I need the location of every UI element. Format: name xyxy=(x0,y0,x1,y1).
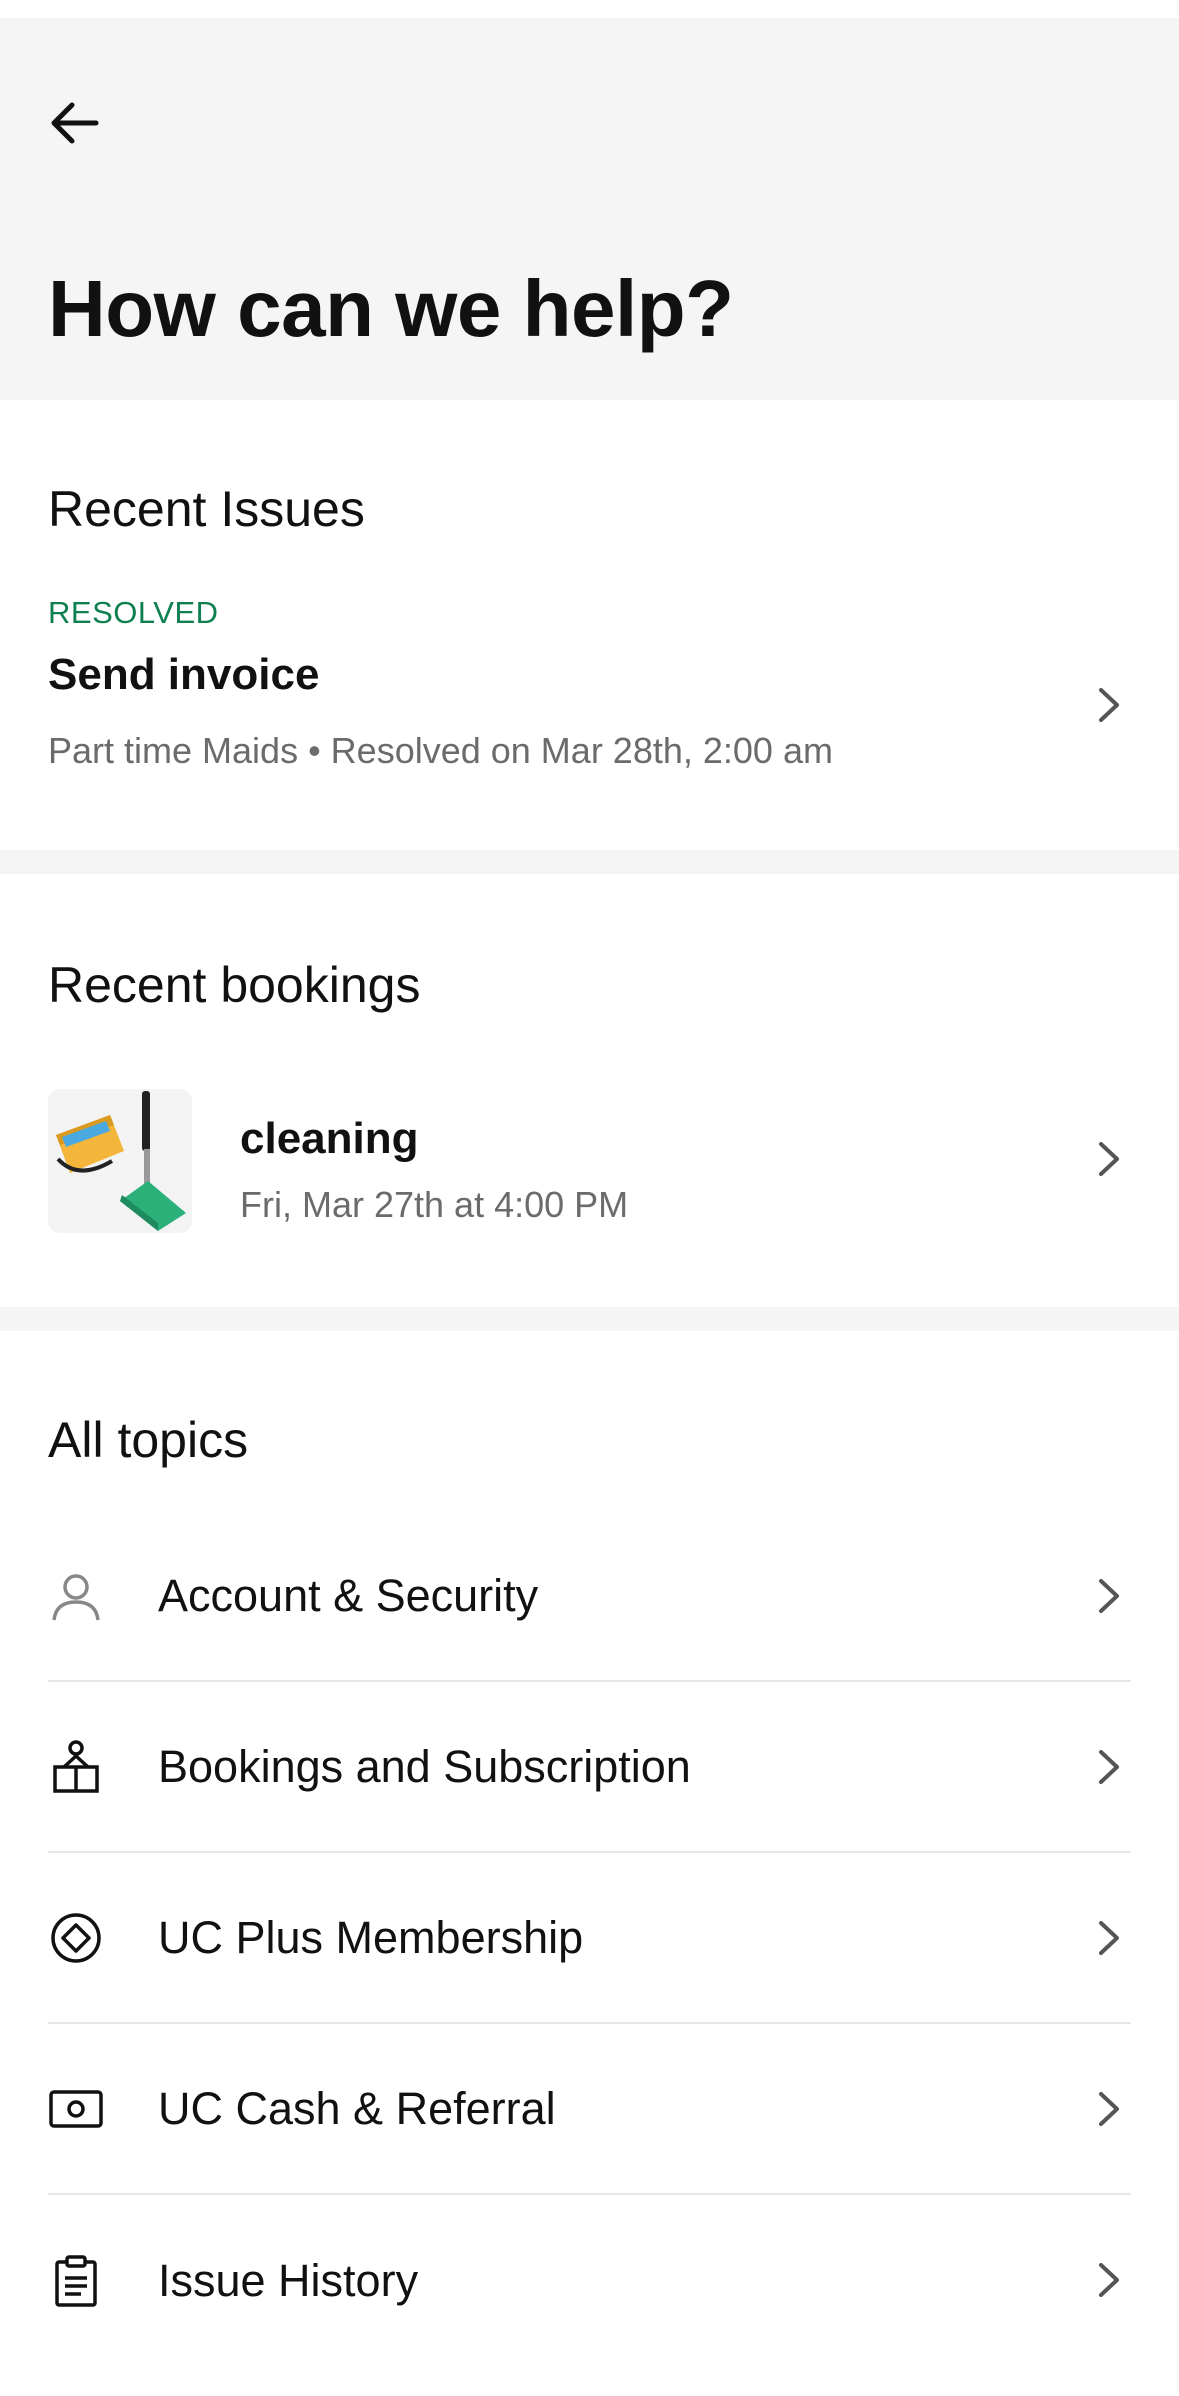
recent-issues-title: Recent Issues xyxy=(48,481,365,537)
booking-icon xyxy=(48,1739,104,1795)
issue-name: Send invoice xyxy=(48,650,320,699)
cleaning-illustration xyxy=(56,1091,186,1231)
topic-uc-cash-referral[interactable]: UC Cash & Referral xyxy=(48,2024,1131,2195)
topic-label: UC Cash & Referral xyxy=(158,2082,556,2134)
topic-label: Account & Security xyxy=(158,1569,539,1621)
chevron-right-icon xyxy=(1099,1921,1119,1955)
topic-label: UC Plus Membership xyxy=(158,1911,584,1963)
status-bar-area xyxy=(0,0,1179,18)
cash-icon xyxy=(48,2081,104,2137)
topic-label: Bookings and Subscription xyxy=(158,1740,691,1792)
page-header: How can we help? xyxy=(0,18,1179,400)
all-topics-section: All topics Account & Security Bookings a… xyxy=(0,1331,1179,2376)
recent-issues-section: Recent Issues RESOLVED Send invoice Part… xyxy=(0,400,1179,850)
topic-account-security[interactable]: Account & Security xyxy=(48,1511,1131,1682)
booking-name: cleaning xyxy=(240,1114,419,1163)
topic-list: Account & Security Bookings and Subscrip… xyxy=(48,1511,1131,2366)
all-topics-title: All topics xyxy=(48,1412,249,1468)
cleaning-tools-image xyxy=(48,1089,192,1233)
chevron-right-icon xyxy=(1099,2263,1119,2297)
clipboard-icon xyxy=(48,2253,104,2309)
page-title: How can we help? xyxy=(48,264,734,353)
chevron-right-icon xyxy=(1099,1579,1119,1613)
section-divider xyxy=(0,850,1179,874)
issue-status-badge: RESOLVED xyxy=(48,595,219,630)
chevron-right-icon xyxy=(1099,688,1119,722)
chevron-right-icon xyxy=(1099,1750,1119,1784)
topic-issue-history[interactable]: Issue History xyxy=(48,2195,1131,2366)
booking-time: Fri, Mar 27th at 4:00 PM xyxy=(240,1184,629,1225)
recent-bookings-section: Recent bookings cleaning Fri, Mar 27th a… xyxy=(0,874,1179,1307)
recent-bookings-title: Recent bookings xyxy=(48,957,421,1013)
user-icon xyxy=(48,1568,104,1624)
back-button[interactable] xyxy=(48,88,118,158)
section-divider xyxy=(0,1307,1179,1331)
topic-uc-plus-membership[interactable]: UC Plus Membership xyxy=(48,1853,1131,2024)
issue-meta: Part time Maids • Resolved on Mar 28th, … xyxy=(48,730,833,771)
chevron-right-icon xyxy=(1099,1142,1119,1176)
diamond-icon xyxy=(48,1910,104,1966)
topic-bookings-subscription[interactable]: Bookings and Subscription xyxy=(48,1682,1131,1853)
topic-label: Issue History xyxy=(158,2254,419,2306)
arrow-left-icon xyxy=(51,102,99,144)
chevron-right-icon xyxy=(1099,2092,1119,2126)
